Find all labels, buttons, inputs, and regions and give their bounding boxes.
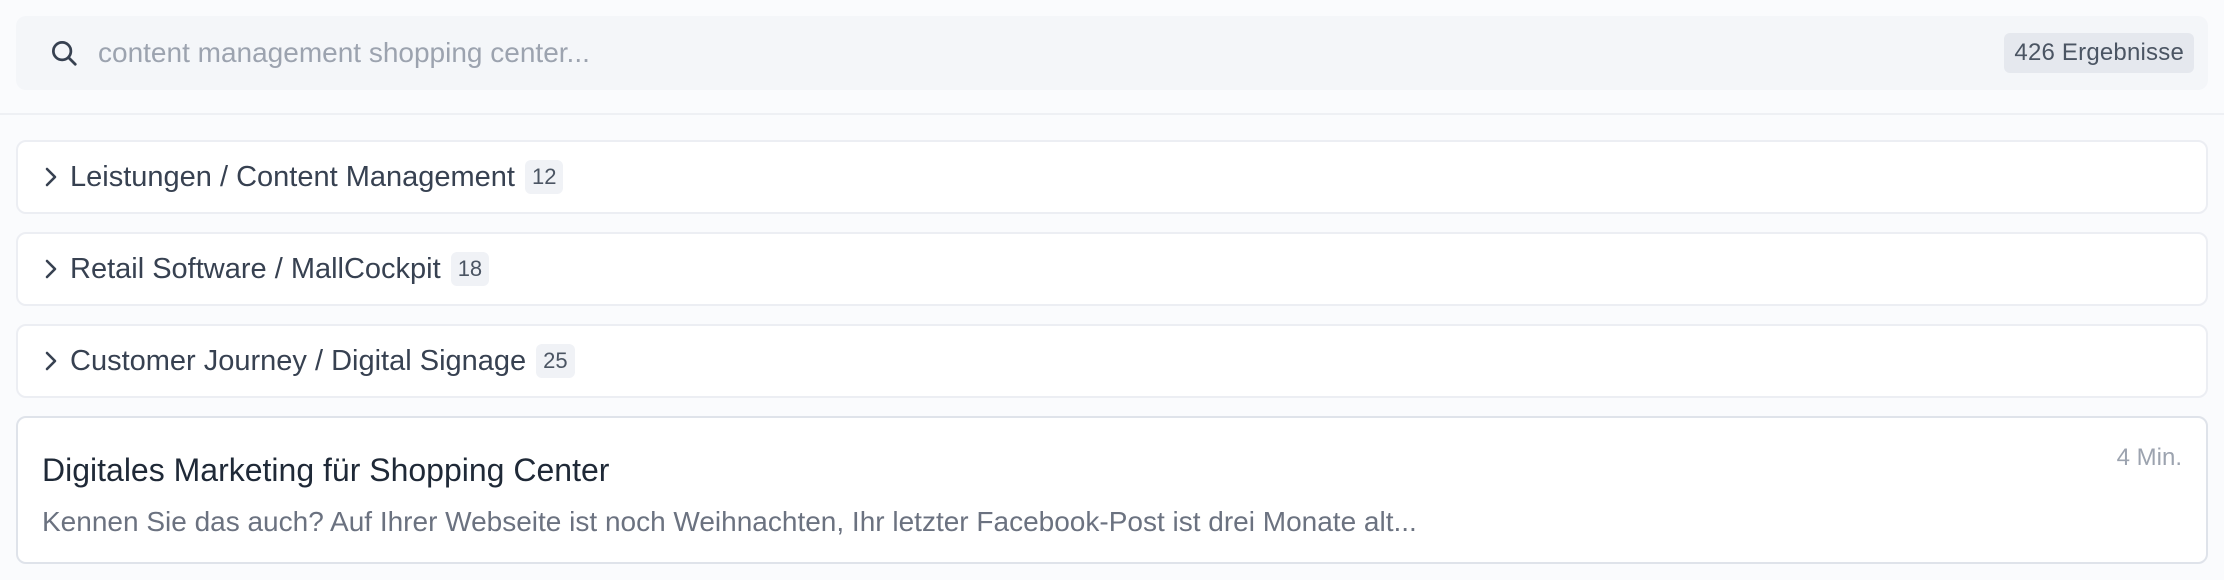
group-count-badge: 18 <box>450 252 490 286</box>
group-customer-journey-digital-signage[interactable]: Customer Journey / Digital Signage 25 <box>16 324 2208 398</box>
group-retail-software-mallcockpit[interactable]: Retail Software / MallCockpit 18 <box>16 232 2208 306</box>
chevron-right-icon <box>40 347 62 375</box>
chevron-right-icon <box>40 163 62 191</box>
result-excerpt: Kennen Sie das auch? Auf Ihrer Webseite … <box>42 506 1417 537</box>
group-label: Customer Journey / Digital Signage <box>70 344 527 377</box>
search-input[interactable] <box>96 23 2005 83</box>
header-divider <box>0 113 2224 115</box>
search-bar[interactable]: 426 Ergebnisse <box>16 16 2208 90</box>
result-count-badge: 426 Ergebnisse <box>2004 33 2194 73</box>
group-leistungen-content-management[interactable]: Leistungen / Content Management 12 <box>16 140 2208 214</box>
group-label: Leistungen / Content Management <box>70 160 515 193</box>
search-icon <box>48 37 80 69</box>
chevron-right-icon <box>40 255 62 283</box>
search-page: 426 Ergebnisse Leistungen / Content Mana… <box>0 0 2224 580</box>
group-count-badge: 25 <box>536 344 575 378</box>
result-card[interactable]: Digitales Marketing für Shopping Center … <box>16 416 2208 564</box>
result-title[interactable]: Digitales Marketing für Shopping Center <box>42 450 2182 490</box>
group-label: Retail Software / MallCockpit <box>70 252 441 285</box>
group-count-badge: 12 <box>524 160 564 194</box>
read-time: 4 Min. <box>2116 444 2182 471</box>
